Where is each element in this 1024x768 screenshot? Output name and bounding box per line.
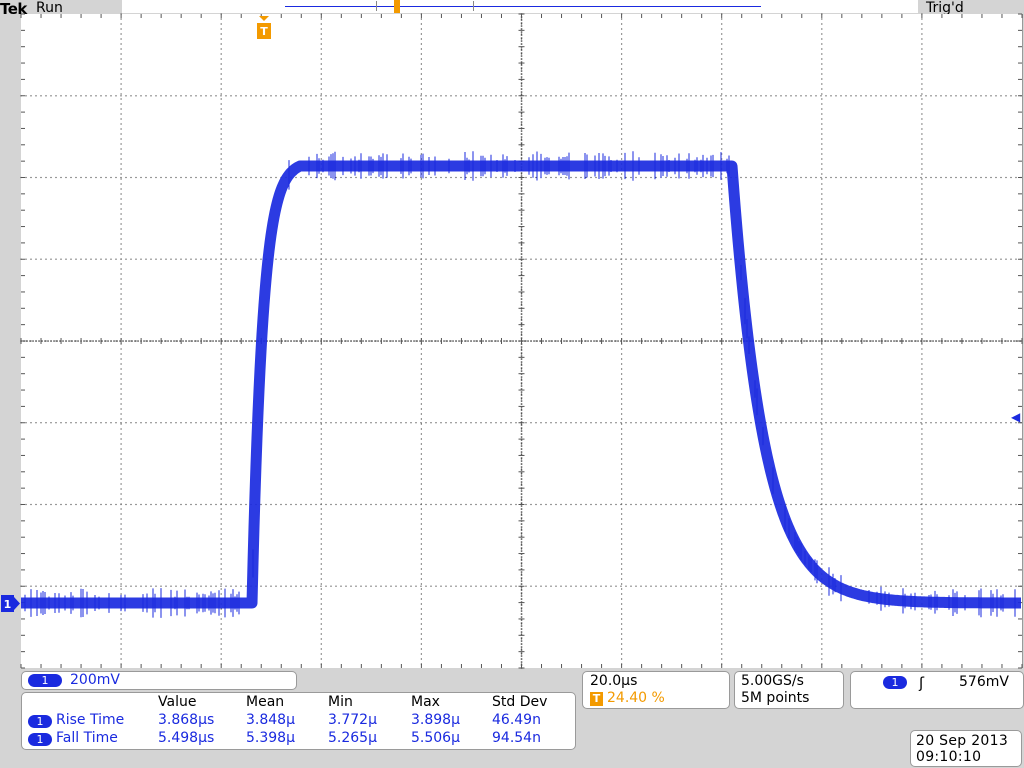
- trigger-marker-label: T: [260, 25, 268, 38]
- ch1-volts-per-div: 200mV: [70, 672, 120, 688]
- trigger-readout[interactable]: 1 ʃ 576mV: [850, 671, 1024, 709]
- ch1-ground-marker[interactable]: 1: [1, 595, 20, 612]
- col-header-value: Value: [158, 694, 197, 710]
- acquisition-readout[interactable]: 5.00GS/s 5M points: [734, 671, 844, 709]
- trigger-position-marker[interactable]: T: [257, 16, 271, 39]
- fall-time-source-badge: 1: [28, 733, 52, 746]
- record-length: 5M points: [741, 690, 810, 706]
- col-header-min: Min: [328, 694, 353, 710]
- col-header-std-dev: Std Dev: [492, 694, 548, 710]
- date: 20 Sep 2013: [916, 733, 1009, 749]
- rise-time-value: 3.868µs: [158, 712, 215, 728]
- trigger-position-icon: T: [590, 692, 603, 706]
- graticule-overlay: T 1 ◀: [1, 13, 1024, 669]
- rise-time-label: Rise Time: [56, 712, 125, 728]
- rise-time-min: 3.772µ: [328, 712, 377, 728]
- trigger-level-arrow-icon[interactable]: ◀: [1011, 410, 1021, 424]
- trigger-source-badge: 1: [883, 676, 907, 689]
- time-per-div: 20.0µs: [590, 673, 638, 689]
- graticule-grid: [20, 13, 1023, 669]
- datetime-readout: 20 Sep 2013 09:10:10: [910, 730, 1022, 767]
- fall-time-mean: 5.398µ: [246, 730, 295, 746]
- fall-time-std-dev: 94.54n: [492, 730, 541, 746]
- ch1-marker-label: 1: [4, 598, 12, 611]
- rise-time-max: 3.898µ: [411, 712, 460, 728]
- fall-time-min: 5.265µ: [328, 730, 377, 746]
- ch1-badge: 1: [28, 674, 62, 687]
- trigger-position-percent: 24.40 %: [607, 690, 665, 706]
- timebase-readout[interactable]: 20.0µs T 24.40 %: [582, 671, 730, 709]
- measurements-table: Value Mean Min Max Std Dev 1 Rise Time 3…: [21, 692, 576, 750]
- rising-edge-icon: ʃ: [919, 674, 925, 692]
- trigger-level: 576mV: [959, 674, 1009, 690]
- sample-rate: 5.00GS/s: [741, 673, 804, 689]
- col-header-mean: Mean: [246, 694, 285, 710]
- time: 09:10:10: [916, 749, 982, 765]
- fall-time-value: 5.498µs: [158, 730, 215, 746]
- rise-time-source-badge: 1: [28, 715, 52, 728]
- ch1-scale-readout[interactable]: 1 200mV: [21, 671, 297, 690]
- fall-time-label: Fall Time: [56, 730, 118, 746]
- col-header-max: Max: [411, 694, 440, 710]
- rise-time-std-dev: 46.49n: [492, 712, 541, 728]
- rise-time-mean: 3.848µ: [246, 712, 295, 728]
- fall-time-max: 5.506µ: [411, 730, 460, 746]
